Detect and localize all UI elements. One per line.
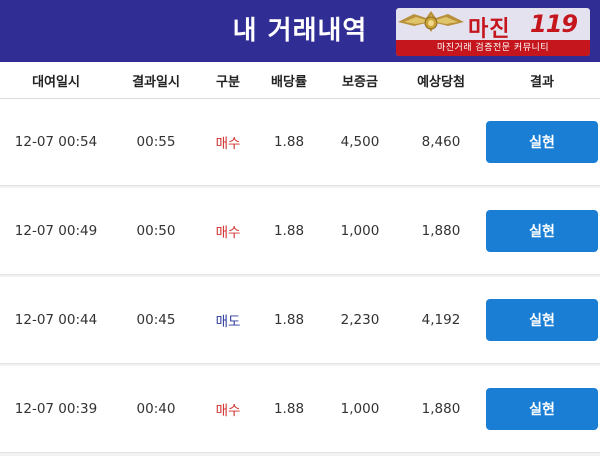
rate-cell: 1.88	[273, 401, 305, 417]
expected-payout-cell: 1,880	[421, 401, 461, 417]
expected-payout-cell: 1,880	[421, 223, 461, 239]
site-logo[interactable]: 마진 119 마진거래 검증전문 커뮤니티	[396, 8, 590, 56]
result-time-cell: 00:40	[136, 401, 176, 417]
deposit-cell: 1,000	[340, 401, 380, 417]
expected-payout-cell: 8,460	[421, 134, 461, 150]
rent-time-cell: 12-07 00:49	[14, 223, 98, 239]
trade-type-cell: 매수	[215, 403, 241, 419]
column-header-deposit: 보증금	[342, 74, 378, 90]
result-time-cell: 00:50	[136, 223, 176, 239]
result-cell: 실현	[484, 277, 600, 363]
rate-cell: 1.88	[273, 134, 305, 150]
table-header: 대여일시 결과일시 구분 배당률 보증금 예상당첨 결과	[0, 62, 600, 99]
logo-number-text: 119	[530, 10, 578, 38]
column-header-type: 구분	[216, 74, 240, 90]
trade-type-cell: 매수	[215, 136, 241, 152]
rate-cell: 1.88	[273, 223, 305, 239]
column-header-rate: 배당률	[271, 74, 307, 90]
table-row: 12-07 00:44 00:45 매도 1.88 2,230 4,192 실현	[0, 277, 600, 364]
rent-time-cell: 12-07 00:39	[14, 401, 98, 417]
header-bar: 내 거래내역 마진 119 마진거래 검증전문 커뮤니티	[0, 0, 600, 62]
table-row: 12-07 00:54 00:55 매수 1.88 4,500 8,460 실현	[0, 99, 600, 186]
result-time-cell: 00:55	[136, 134, 176, 150]
rate-cell: 1.88	[273, 312, 305, 328]
result-cell: 실현	[484, 99, 600, 185]
trade-type-cell: 매도	[215, 314, 241, 330]
expected-payout-cell: 4,192	[421, 312, 461, 328]
result-time-cell: 00:45	[136, 312, 176, 328]
trade-type-cell: 매수	[215, 225, 241, 241]
table-row: 12-07 00:39 00:40 매수 1.88 1,000 1,880 실현	[0, 366, 600, 453]
deposit-cell: 1,000	[340, 223, 380, 239]
logo-main-text: 마진	[468, 17, 511, 42]
result-button[interactable]: 실현	[486, 210, 598, 252]
deposit-cell: 4,500	[340, 134, 380, 150]
trade-history-page: 내 거래내역 마진 119 마진거래 검증전문 커뮤니티 대여일시 결과일시 구…	[0, 0, 600, 456]
table-row: 12-07 00:49 00:50 매수 1.88 1,000 1,880 실현	[0, 188, 600, 275]
result-button[interactable]: 실현	[486, 121, 598, 163]
result-cell: 실현	[484, 366, 600, 452]
eagle-emblem-icon	[398, 11, 464, 32]
column-header-rent-time: 대여일시	[32, 74, 80, 90]
column-header-result: 결과	[530, 74, 554, 90]
column-header-result-time: 결과일시	[132, 74, 180, 90]
result-cell: 실현	[484, 188, 600, 274]
result-button[interactable]: 실현	[486, 388, 598, 430]
column-header-expected: 예상당첨	[417, 74, 465, 90]
rent-time-cell: 12-07 00:44	[14, 312, 98, 328]
logo-tagline: 마진거래 검증전문 커뮤니티	[396, 40, 590, 56]
result-button[interactable]: 실현	[486, 299, 598, 341]
rent-time-cell: 12-07 00:54	[14, 134, 98, 150]
deposit-cell: 2,230	[340, 312, 380, 328]
